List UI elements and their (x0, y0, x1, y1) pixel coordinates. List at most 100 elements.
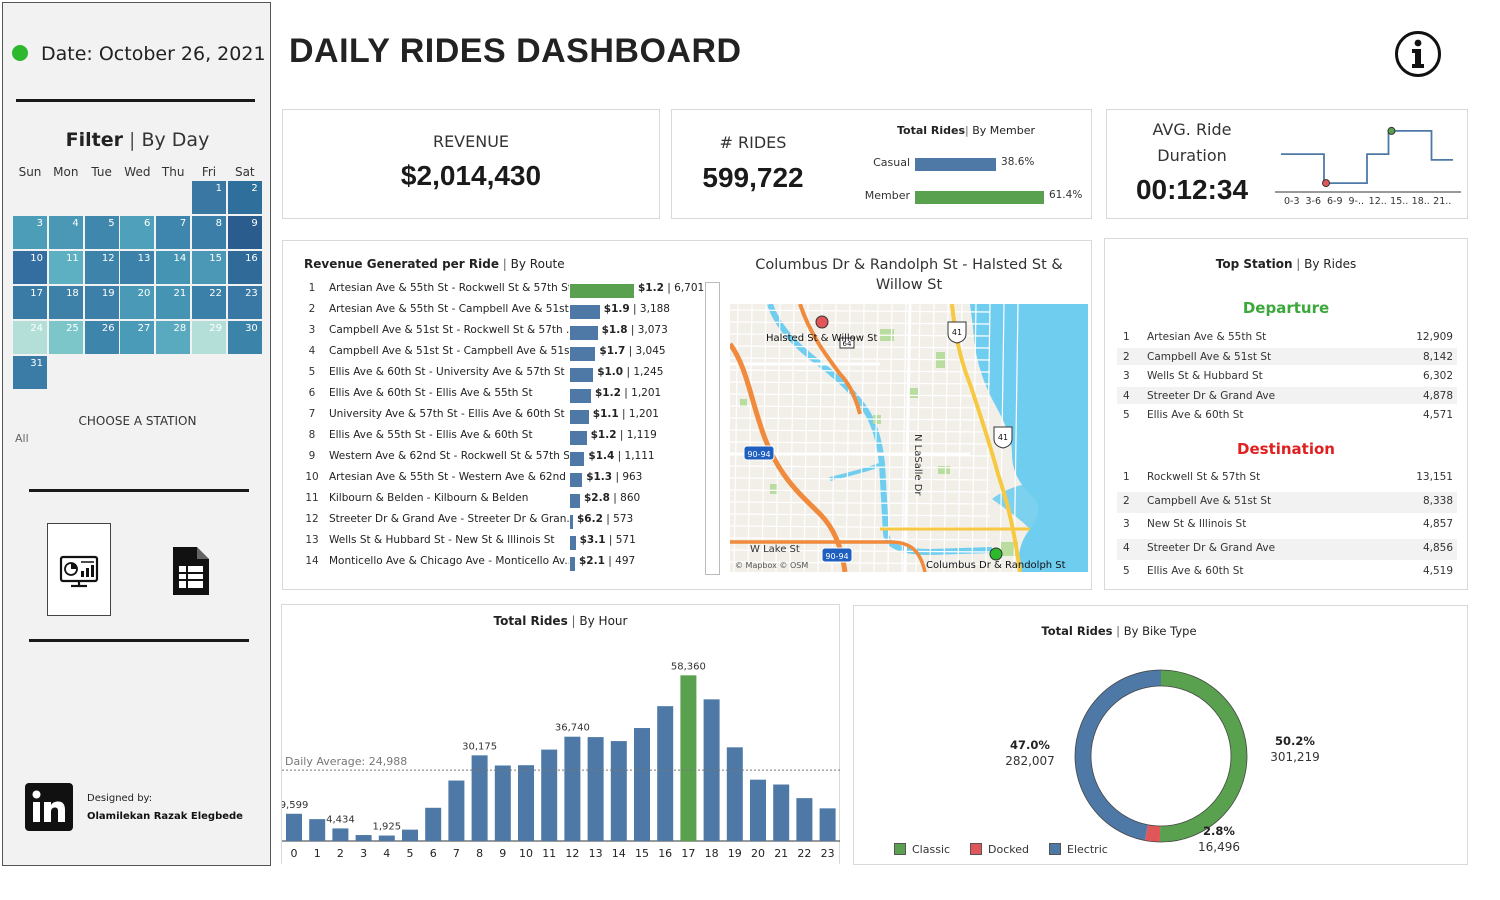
route-bar[interactable] (570, 410, 589, 424)
calendar-day[interactable]: 1 (191, 180, 227, 215)
route-bar[interactable] (570, 494, 580, 508)
member-bar[interactable] (915, 191, 1044, 204)
route-name[interactable]: Ellis Ave & 55th St - Ellis Ave & 60th S… (329, 429, 569, 441)
route-list-scrollbar[interactable] (705, 282, 720, 575)
route-bar[interactable] (570, 452, 585, 466)
station-row[interactable]: 4 Streeter Dr & Grand Ave 4,878 (1117, 386, 1457, 404)
calendar-day[interactable]: 3 (12, 215, 48, 250)
route-name[interactable]: Monticello Ave & Chicago Ave - Monticell… (329, 555, 569, 567)
info-button[interactable] (1395, 31, 1441, 77)
station-row[interactable]: 2 Campbell Ave & 51st St 8,338 (1117, 491, 1457, 513)
calendar-day[interactable]: 22 (191, 285, 227, 320)
calendar-day[interactable]: 8 (191, 215, 227, 250)
hour-bar[interactable] (587, 737, 604, 841)
route-map[interactable]: 41 41 64 90-94 90-94 N LaSalle Dr W Lake… (730, 304, 1088, 572)
route-name[interactable]: Artesian Ave & 55th St - Western Ave & 6… (329, 471, 569, 483)
route-bar[interactable] (570, 473, 583, 487)
calendar-day[interactable]: 6 (119, 215, 156, 250)
hour-bar[interactable] (286, 813, 302, 841)
route-bar[interactable] (570, 536, 576, 550)
hour-bar[interactable] (402, 829, 418, 841)
route-bar[interactable] (570, 284, 634, 298)
hour-bar[interactable] (518, 765, 534, 841)
route-bar[interactable] (570, 368, 594, 382)
route-name[interactable]: University Ave & 57th St - Ellis Ave & 6… (329, 408, 569, 420)
calendar-day[interactable]: 30 (226, 320, 263, 355)
route-bar[interactable] (570, 305, 600, 319)
calendar-day[interactable]: 16 (226, 250, 263, 285)
calendar-day[interactable]: 14 (155, 250, 192, 285)
hour-bar[interactable] (564, 736, 581, 841)
hour-bar[interactable] (378, 835, 395, 841)
calendar-day[interactable]: 26 (83, 320, 120, 355)
start-station-marker[interactable] (815, 315, 829, 329)
hour-bar[interactable] (355, 835, 372, 841)
station-row[interactable]: 3 New St & Illinois St 4,857 (1117, 515, 1457, 537)
route-name[interactable]: Campbell Ave & 51st St - Rockwell St & 5… (329, 324, 569, 336)
route-bar[interactable] (570, 347, 596, 361)
route-bar[interactable] (570, 389, 591, 403)
calendar-day[interactable]: 27 (119, 320, 156, 355)
calendar-day[interactable]: 25 (47, 320, 84, 355)
hour-bar[interactable] (680, 675, 697, 841)
station-row[interactable]: 1 Rockwell St & 57th St 13,151 (1117, 468, 1457, 490)
calendar-day[interactable]: 20 (119, 285, 156, 320)
legend-item-classic[interactable]: Classic (894, 843, 950, 856)
hour-bar[interactable] (494, 765, 511, 841)
hour-bar[interactable] (796, 798, 813, 841)
route-name[interactable]: Ellis Ave & 60th St - University Ave & 5… (329, 366, 569, 378)
calendar-day[interactable]: 31 (12, 355, 48, 390)
dashboard-view-button[interactable] (47, 523, 111, 616)
calendar-day[interactable]: 21 (155, 285, 192, 320)
hour-bar[interactable] (657, 706, 674, 841)
calendar-day[interactable]: 15 (191, 250, 227, 285)
calendar-day[interactable]: 17 (12, 285, 48, 320)
route-name[interactable]: Western Ave & 62nd St - Rockwell St & 57… (329, 450, 569, 462)
route-name[interactable]: Artesian Ave & 55th St - Campbell Ave & … (329, 303, 569, 315)
hour-bar[interactable] (726, 747, 743, 841)
calendar-day[interactable]: 19 (83, 285, 120, 320)
hour-bar[interactable] (773, 784, 790, 841)
duration-max-point[interactable] (1387, 126, 1396, 135)
calendar-day[interactable]: 18 (47, 285, 84, 320)
calendar-day[interactable]: 13 (119, 250, 156, 285)
route-name[interactable]: Wells St & Hubbard St - New St & Illinoi… (329, 534, 569, 546)
hour-bar[interactable] (448, 780, 465, 841)
data-table-button[interactable] (171, 546, 211, 596)
station-row[interactable]: 5 Ellis Ave & 60th St 4,519 (1117, 562, 1457, 584)
duration-min-point[interactable] (1322, 179, 1330, 188)
calendar-day[interactable]: 4 (47, 215, 84, 250)
hour-bar[interactable] (750, 779, 766, 841)
station-row[interactable]: 1 Artesian Ave & 55th St 12,909 (1117, 328, 1457, 346)
station-row[interactable]: 4 Streeter Dr & Grand Ave 4,856 (1117, 538, 1457, 560)
station-row[interactable]: 2 Campbell Ave & 51st St 8,142 (1117, 347, 1457, 365)
station-select[interactable]: All (15, 432, 29, 445)
legend-item-docked[interactable]: Docked (970, 843, 1029, 856)
calendar-day[interactable]: 9 (226, 215, 263, 250)
station-row[interactable]: 5 Ellis Ave & 60th St 4,571 (1117, 406, 1457, 424)
route-bar[interactable] (570, 326, 598, 340)
calendar-day[interactable]: 28 (155, 320, 192, 355)
route-name[interactable]: Ellis Ave & 60th St - Ellis Ave & 55th S… (329, 387, 569, 399)
hour-bar[interactable] (425, 807, 442, 841)
hour-bar[interactable] (610, 741, 627, 841)
linkedin-icon[interactable] (25, 783, 73, 831)
route-bar[interactable] (570, 557, 575, 571)
hour-bar[interactable] (819, 808, 836, 841)
calendar-day[interactable]: 10 (12, 250, 48, 285)
hour-bar[interactable] (309, 819, 326, 841)
calendar-day[interactable]: 11 (47, 250, 84, 285)
station-row[interactable]: 3 Wells St & Hubbard St 6,302 (1117, 367, 1457, 385)
calendar-day[interactable]: 23 (226, 285, 263, 320)
route-name[interactable]: Kilbourn & Belden - Kilbourn & Belden (329, 492, 569, 504)
calendar-day[interactable]: 5 (83, 215, 120, 250)
calendar-day[interactable]: 24 (12, 320, 48, 355)
hour-bar[interactable] (332, 828, 349, 841)
calendar-day[interactable]: 12 (83, 250, 120, 285)
route-name[interactable]: Artesian Ave & 55th St - Rockwell St & 5… (329, 282, 569, 294)
calendar-day[interactable]: 7 (155, 215, 192, 250)
calendar-day[interactable]: 29 (191, 320, 227, 355)
hour-bar[interactable] (541, 749, 558, 841)
donut-slice-docked[interactable] (1144, 824, 1161, 842)
route-bar[interactable] (570, 515, 573, 529)
